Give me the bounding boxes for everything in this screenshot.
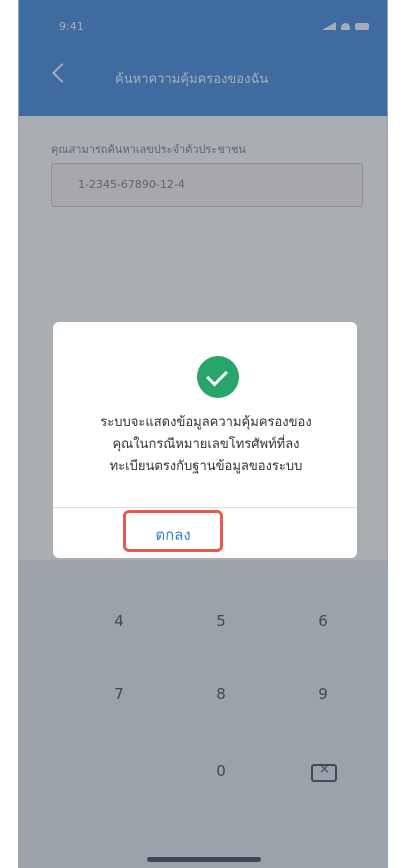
ok-button[interactable]: ตกลง: [123, 510, 223, 552]
dialog-message-line: คุณในกรณีหมายเลขโทรศัพท์ที่ลง: [112, 437, 300, 452]
check-icon: [197, 356, 239, 398]
dialog-divider: [53, 507, 357, 508]
dialog-message-line: ระบบจะแสดงข้อมูลความคุ้มครองของ: [100, 415, 312, 430]
dialog-message: ระบบจะแสดงข้อมูลความคุ้มครองของ คุณในกรณ…: [71, 412, 341, 478]
phone-screen: 9:41 ค้นหาความคุ้มครองของฉัน คุณสามารถค้…: [18, 0, 388, 868]
dialog-message-line: ทะเบียนตรงกับฐานข้อมูลของระบบ: [109, 459, 303, 474]
screen-frame: 9:41 ค้นหาความคุ้มครองของฉัน คุณสามารถค้…: [0, 0, 406, 868]
